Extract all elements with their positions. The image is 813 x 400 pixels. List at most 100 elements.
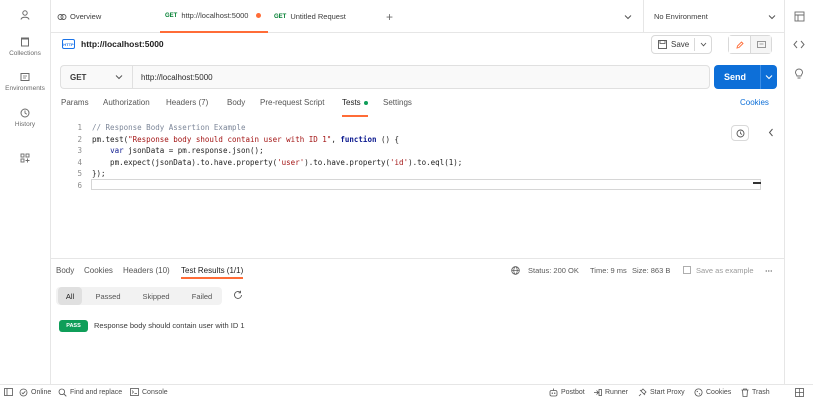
layout-icon[interactable] xyxy=(794,11,805,22)
divider xyxy=(760,65,761,89)
postbot-label: Postbot xyxy=(561,389,585,396)
more-options-icon[interactable]: ⋯ xyxy=(765,266,774,275)
new-tab-button[interactable]: + xyxy=(386,0,393,33)
response-time[interactable]: Time: 9 ms xyxy=(590,266,627,275)
right-sidebar xyxy=(784,0,813,384)
code-line: // Response Body Assertion Example xyxy=(92,123,246,132)
filter-passed[interactable]: Passed xyxy=(87,287,129,305)
runner-label: Runner xyxy=(605,389,628,396)
active-dot-icon xyxy=(363,101,368,105)
code-line: pm.test("Response body should contain us… xyxy=(92,135,399,144)
postbot-button[interactable]: Postbot xyxy=(549,388,585,397)
console-icon xyxy=(130,388,139,396)
code-token: }); xyxy=(92,169,106,178)
cookies-link[interactable]: Cookies xyxy=(740,98,769,114)
snippets-button[interactable] xyxy=(731,125,749,141)
http-request-icon: HTTP xyxy=(62,39,75,49)
chevron-down-icon xyxy=(768,14,776,19)
left-sidebar: Collections Environments History xyxy=(0,0,51,384)
code-line: var jsonData = pm.response.json(); xyxy=(92,146,264,155)
trash-button[interactable]: Trash xyxy=(741,388,770,397)
save-button[interactable]: Save xyxy=(651,35,712,54)
comments-button[interactable] xyxy=(751,36,771,53)
environments-icon xyxy=(20,73,30,81)
cookie-icon xyxy=(694,388,703,397)
code-string: 'user' xyxy=(277,157,305,167)
response-status[interactable]: Status: 200 OK xyxy=(528,266,579,275)
sidebar-item-collections[interactable]: Collections xyxy=(0,37,50,57)
line-number: 6 xyxy=(77,180,82,190)
find-replace-label: Find and replace xyxy=(70,389,123,396)
collapse-panel-button[interactable] xyxy=(768,128,774,139)
code-token: () { xyxy=(376,134,400,144)
runner-button[interactable]: Runner xyxy=(593,388,628,397)
sidebar-item-account[interactable] xyxy=(0,10,50,23)
trash-icon xyxy=(741,388,749,397)
comment-icon xyxy=(756,40,766,48)
tab-label: Overview xyxy=(70,12,102,21)
tab-authorization[interactable]: Authorization xyxy=(103,98,150,114)
response-tab-headers[interactable]: Headers (10) xyxy=(123,266,170,275)
tab-body[interactable]: Body xyxy=(227,98,245,114)
tabs-dropdown-button[interactable] xyxy=(624,0,632,33)
response-tab-test-results[interactable]: Test Results (1/1) xyxy=(181,266,244,279)
start-proxy-button[interactable]: Start Proxy xyxy=(638,388,685,397)
script-editor[interactable]: 1 2 3 4 5 6 // Response Body Assertion E… xyxy=(60,119,762,255)
sidebar-item-history[interactable]: History xyxy=(0,108,50,128)
response-tab-body[interactable]: Body xyxy=(56,266,74,275)
sidebar-item-add-workspace[interactable] xyxy=(0,153,50,166)
edit-toggle-group xyxy=(728,35,772,54)
user-icon xyxy=(20,10,30,20)
tab-untitled-request[interactable]: GET Untitled Request xyxy=(274,0,346,33)
line-number: 5 xyxy=(77,169,82,178)
tab-params[interactable]: Params xyxy=(61,98,89,114)
tab-overview[interactable]: Overview xyxy=(57,0,101,33)
search-icon xyxy=(58,388,67,397)
chevron-down-icon xyxy=(115,75,123,80)
code-token: jsonData = pm.response.json(); xyxy=(123,146,264,155)
lightbulb-icon[interactable] xyxy=(794,68,804,80)
environment-selector[interactable]: No Environment xyxy=(654,0,776,33)
cookies-button[interactable]: Cookies xyxy=(694,388,731,397)
edit-button[interactable] xyxy=(729,36,751,53)
response-tab-cookies[interactable]: Cookies xyxy=(84,266,113,275)
network-icon[interactable] xyxy=(511,266,520,277)
tab-tests[interactable]: Tests xyxy=(342,98,368,117)
code-token: pm.test( xyxy=(92,134,129,144)
find-replace-button[interactable]: Find and replace xyxy=(58,388,122,397)
toggle-sidebar-button[interactable] xyxy=(4,388,16,396)
code-string: 'id' xyxy=(390,157,409,167)
sidebar-item-environments[interactable]: Environments xyxy=(0,72,50,92)
chevron-down-icon xyxy=(624,14,632,19)
divider xyxy=(51,258,784,259)
console-button[interactable]: Console xyxy=(130,388,168,396)
code-string: "Response body should contain user with … xyxy=(128,134,332,144)
code-icon[interactable] xyxy=(793,40,805,49)
line-number: 2 xyxy=(77,134,82,144)
plus-icon: + xyxy=(386,9,394,24)
test-result-text: Response body should contain user with I… xyxy=(94,321,245,330)
trash-label: Trash xyxy=(752,389,770,396)
send-button[interactable]: Send xyxy=(714,65,777,89)
online-status[interactable]: Online xyxy=(19,388,51,397)
send-label: Send xyxy=(724,72,747,82)
method-selector[interactable]: GET xyxy=(60,65,132,89)
save-as-example-button[interactable]: Save as example xyxy=(683,266,754,275)
active-tab-indicator xyxy=(160,31,268,33)
refresh-button[interactable] xyxy=(233,290,243,302)
url-input[interactable]: http://localhost:5000 xyxy=(132,65,710,89)
layout-toggle-button[interactable] xyxy=(795,388,807,397)
filter-failed[interactable]: Failed xyxy=(183,287,221,305)
chevron-down-icon[interactable] xyxy=(765,74,773,80)
line-number: 4 xyxy=(77,157,82,167)
tab-headers[interactable]: Headers (7) xyxy=(166,98,208,114)
response-size[interactable]: Size: 863 B xyxy=(632,266,670,275)
tab-settings[interactable]: Settings xyxy=(383,98,412,114)
tab-pre-request-script[interactable]: Pre-request Script xyxy=(260,98,324,114)
line-number: 3 xyxy=(77,146,82,155)
online-label: Online xyxy=(31,389,52,396)
tab-request-localhost[interactable]: GET http://localhost:5000 xyxy=(165,0,262,31)
filter-all[interactable]: All xyxy=(58,287,82,305)
tab-label: Tests xyxy=(342,98,361,107)
filter-skipped[interactable]: Skipped xyxy=(133,287,179,305)
